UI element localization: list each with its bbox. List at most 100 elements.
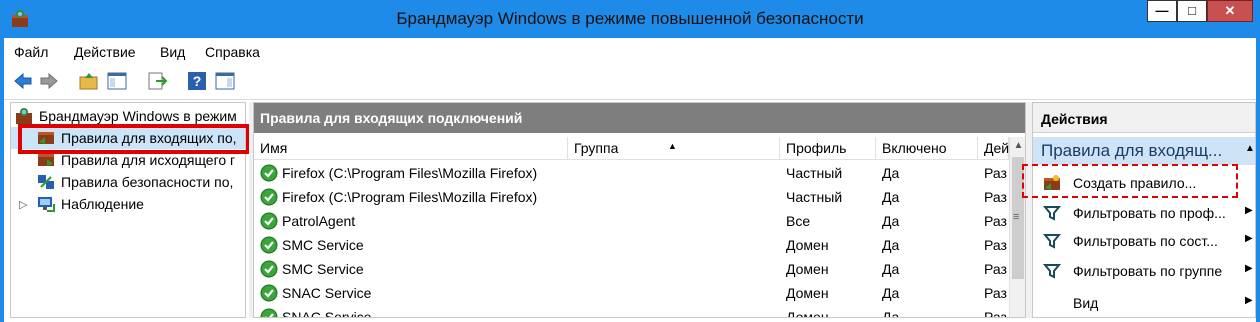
export-list-icon[interactable]	[146, 70, 168, 92]
minimize-button[interactable]: —	[1147, 0, 1177, 22]
enabled-check-icon	[260, 188, 278, 206]
security-rules-icon	[37, 173, 55, 191]
window-frame-right	[1256, 0, 1260, 322]
enabled-check-icon	[260, 164, 278, 182]
cell-name: Firefox (C:\Program Files\Mozilla Firefo…	[282, 189, 538, 205]
maximize-button[interactable]: □	[1177, 0, 1207, 22]
action-view[interactable]: Вид ▶	[1033, 289, 1255, 317]
actions-section-inbound[interactable]: Правила для входящ... ▲	[1033, 137, 1255, 165]
monitoring-icon	[37, 195, 55, 213]
cell-profile: Частный	[786, 165, 843, 181]
close-icon: ✕	[1224, 3, 1236, 18]
cell-enabled: Да	[882, 189, 900, 205]
close-button[interactable]: ✕	[1207, 0, 1253, 22]
menu-view[interactable]: Вид	[160, 44, 185, 60]
highlight-box-inbound-rules	[18, 124, 250, 154]
column-label: Группа	[574, 140, 619, 156]
cell-name: SMC Service	[282, 237, 364, 253]
action-filter-group[interactable]: Фильтровать по группе ▶	[1033, 257, 1255, 285]
column-header-profile[interactable]: Профиль	[780, 137, 876, 159]
minimize-icon: —	[1155, 3, 1169, 18]
table-row[interactable]: Firefox (C:\Program Files\Mozilla Firefo…	[254, 161, 1009, 185]
submenu-arrow-icon: ▶	[1245, 233, 1253, 244]
collapse-caret-icon[interactable]: ▲	[1245, 143, 1255, 154]
cell-action: Раз	[984, 285, 1007, 301]
menu-help[interactable]: Справка	[205, 44, 260, 60]
toolbar: ?	[4, 64, 1256, 100]
cell-enabled: Да	[882, 309, 900, 318]
menu-action[interactable]: Действие	[74, 44, 136, 60]
cell-enabled: Да	[882, 285, 900, 301]
cell-name: PatrolAgent	[282, 213, 356, 229]
up-folder-icon[interactable]	[78, 70, 100, 92]
cell-enabled: Да	[882, 261, 900, 277]
table-row[interactable]: Firefox (C:\Program Files\Mozilla Firefo…	[254, 185, 1009, 209]
cell-action: Раз	[984, 261, 1007, 277]
cell-enabled: Да	[882, 165, 900, 181]
column-headers: Имя Группа Профиль Включено Дей	[254, 137, 1009, 160]
title-bar[interactable]: Брандмауэр Windows в режиме повышенной б…	[0, 0, 1260, 38]
pane-header: Правила для входящих подключений	[254, 103, 1025, 133]
enabled-check-icon	[260, 236, 278, 254]
cell-action: Раз	[984, 213, 1007, 229]
column-label: Профиль	[786, 140, 847, 156]
submenu-arrow-icon: ▶	[1245, 205, 1253, 216]
table-row[interactable]: SMC Service Домен Да Раз	[254, 233, 1009, 257]
table-row[interactable]: PatrolAgent Все Да Раз	[254, 209, 1009, 233]
cell-name: SNAC Service	[282, 285, 372, 301]
tree-item-label: Правила безопасности по,	[61, 174, 234, 190]
tree-item-label: Правила для исходящего г	[61, 152, 236, 168]
actions-title: Действия	[1041, 111, 1108, 127]
column-header-action[interactable]: Дей	[978, 137, 1009, 159]
rules-list-pane: Правила для входящих подключений Имя Гру…	[253, 102, 1026, 318]
show-hide-action-pane-icon[interactable]	[214, 70, 236, 92]
actions-section-label: Правила для входящ...	[1041, 141, 1223, 160]
sort-ascending-icon: ▲	[668, 141, 677, 151]
column-header-enabled[interactable]: Включено	[876, 137, 978, 159]
action-label: Фильтровать по сост...	[1073, 233, 1218, 249]
action-filter-profile[interactable]: Фильтровать по проф... ▶	[1033, 199, 1255, 227]
action-label: Фильтровать по проф...	[1073, 205, 1226, 221]
submenu-arrow-icon: ▶	[1245, 295, 1253, 306]
cell-name: SNAC Service	[282, 309, 372, 318]
forward-arrow-icon[interactable]	[38, 70, 60, 92]
column-header-name[interactable]: Имя	[254, 137, 568, 159]
table-row[interactable]: SNAC Service Домен Да Раз	[254, 305, 1009, 318]
cell-profile: Частный	[786, 189, 843, 205]
back-arrow-icon[interactable]	[12, 70, 34, 92]
cell-action: Раз	[984, 237, 1007, 253]
scroll-up-icon[interactable]: ▲	[1010, 137, 1025, 154]
svg-text:?: ?	[193, 73, 202, 89]
column-label: Имя	[260, 140, 288, 156]
cell-action: Раз	[984, 309, 1007, 318]
pane-title: Правила для входящих подключений	[260, 110, 523, 126]
cell-action: Раз	[984, 165, 1007, 181]
cell-action: Раз	[984, 189, 1007, 205]
action-label: Вид	[1073, 295, 1099, 311]
action-filter-state[interactable]: Фильтровать по сост... ▶	[1033, 227, 1255, 255]
table-row[interactable]: SNAC Service Домен Да Раз	[254, 281, 1009, 305]
cell-profile: Домен	[786, 261, 829, 277]
show-hide-tree-icon[interactable]	[106, 70, 128, 92]
cell-name: SMC Service	[282, 261, 364, 277]
enabled-check-icon	[260, 212, 278, 230]
scroll-grip-icon: ≡	[1013, 211, 1020, 223]
column-label: Дей	[984, 140, 1010, 156]
maximize-icon: □	[1188, 3, 1196, 18]
filter-icon	[1042, 204, 1062, 222]
cell-enabled: Да	[882, 213, 900, 229]
tree-item-label: Брандмауэр Windows в режим	[39, 108, 237, 124]
help-icon[interactable]: ?	[186, 70, 208, 92]
enabled-check-icon	[260, 308, 278, 317]
menu-file[interactable]: Файл	[14, 44, 48, 60]
table-row[interactable]: SMC Service Домен Да Раз	[254, 257, 1009, 281]
cell-profile: Домен	[786, 285, 829, 301]
firewall-icon	[15, 107, 33, 125]
enabled-check-icon	[260, 260, 278, 278]
menu-bar: Файл Действие Вид Справка	[4, 38, 1256, 64]
expand-arrow-icon[interactable]: ▷	[19, 198, 27, 211]
actions-header: Действия	[1033, 103, 1255, 133]
filter-icon	[1042, 232, 1062, 250]
enabled-check-icon	[260, 284, 278, 302]
submenu-arrow-icon: ▶	[1245, 263, 1253, 274]
